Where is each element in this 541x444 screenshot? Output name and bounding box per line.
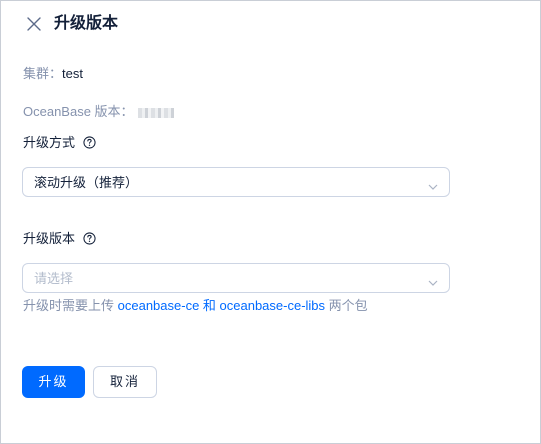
help-icon[interactable]: [83, 136, 96, 149]
cluster-row: 集群：test: [23, 65, 83, 83]
redacted-version-value: [137, 107, 174, 118]
oceanbase-version-row: OceanBase 版本：: [23, 103, 174, 121]
upgrade-version-label: 升级版本: [23, 231, 76, 246]
chevron-down-icon: [428, 274, 438, 286]
upload-hint: 升级时需要上传 oceanbase-ce 和 oceanbase-ce-libs…: [23, 297, 368, 315]
drawer-header: 升级版本: [1, 1, 540, 47]
upgrade-method-label: 升级方式: [23, 135, 76, 150]
drawer-title: 升级版本: [54, 15, 119, 32]
package-link-oceanbase-ce-libs[interactable]: oceanbase-ce-libs: [220, 298, 326, 313]
upgrade-version-drawer: 升级版本 集群：test OceanBase 版本： 升级方式 滚动升级（推荐）…: [0, 0, 541, 444]
upgrade-method-select[interactable]: 滚动升级（推荐）: [22, 167, 450, 197]
package-link-oceanbase-ce[interactable]: oceanbase-ce: [118, 298, 200, 313]
cancel-button[interactable]: 取消: [93, 366, 157, 398]
upgrade-method-label-row: 升级方式: [23, 134, 96, 152]
upgrade-version-placeholder: 请选择: [34, 271, 74, 286]
hint-and: 和: [199, 298, 220, 313]
chevron-down-icon: [428, 178, 438, 190]
upgrade-version-select[interactable]: 请选择: [22, 263, 450, 293]
hint-suffix: 两个包: [325, 298, 368, 313]
upgrade-method-value: 滚动升级（推荐）: [34, 175, 139, 190]
help-icon[interactable]: [83, 232, 96, 245]
upgrade-button[interactable]: 升级: [22, 366, 85, 398]
close-icon[interactable]: [25, 15, 43, 33]
cluster-label: 集群：: [23, 66, 63, 81]
oceanbase-version-label: OceanBase 版本：: [23, 104, 134, 119]
cluster-value: test: [62, 66, 83, 81]
hint-prefix: 升级时需要上传: [23, 298, 118, 313]
upgrade-version-label-row: 升级版本: [23, 230, 96, 248]
